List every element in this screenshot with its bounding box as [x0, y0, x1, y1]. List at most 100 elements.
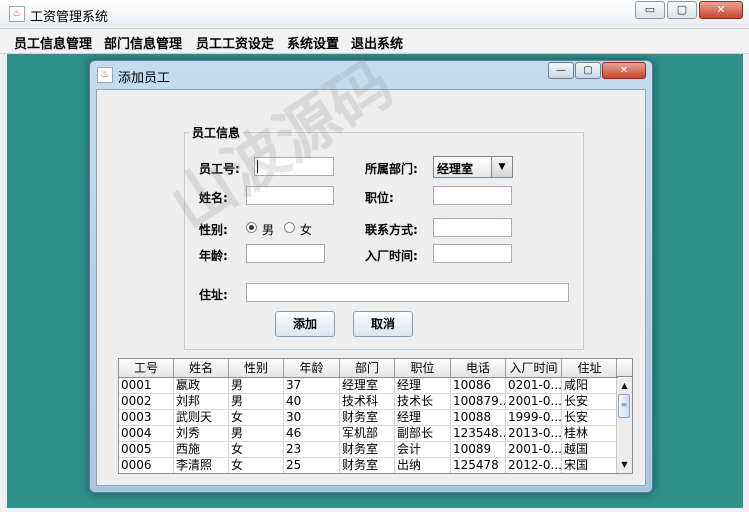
gender-label: 性别: [199, 223, 228, 237]
table-header-corner [616, 359, 632, 377]
menu-department-info[interactable]: 部门信息管理 [104, 33, 182, 52]
gender-female-radio[interactable] [284, 222, 295, 233]
chevron-down-icon[interactable]: ▼ [491, 157, 512, 177]
table-cell: 男 [229, 394, 284, 409]
column-header[interactable]: 姓名 [174, 359, 229, 377]
dialog-java-icon: ♨ [97, 67, 113, 83]
department-select[interactable]: 经理室 ▼ [433, 156, 513, 178]
table-cell: 女 [229, 442, 284, 457]
table-cell: 46 [284, 426, 340, 441]
address-label: 住址: [199, 288, 228, 302]
table-row[interactable]: 0002 刘邦男 40 技术科 技术长 100879... 2001-0... 长安 [119, 394, 618, 410]
table-cell: 100879... [453, 394, 506, 409]
add-employee-dialog: ♨ 添加员工 — ▢ ✕ 员工信息 员工号: 姓名: 性别: 男 女 年龄: 住… [89, 60, 653, 493]
employee-table: 工号 姓名 性别 年龄 部门 职位 电话 入厂时间 住址 0001 嬴政男 37 经理室 经理 10086… [118, 358, 633, 474]
table-cell: 财务室 [340, 410, 395, 425]
table-cell: 0006 [119, 458, 174, 473]
table-cell: 李清照 [174, 458, 229, 473]
table-cell: 2013-0... [508, 426, 562, 441]
close-button[interactable]: ✕ [699, 1, 743, 19]
table-row[interactable]: 0004 刘秀男 46 军机部 副部长 123548... 2013-0... 桂林 [119, 426, 618, 442]
table-cell: 女 [229, 458, 284, 473]
table-cell: 40 [284, 394, 340, 409]
table-cell: 23 [284, 442, 340, 457]
table-cell: 女 [229, 410, 284, 425]
cancel-button[interactable]: 取消 [353, 311, 413, 337]
table-cell: 2001-0... [508, 442, 562, 457]
add-button[interactable]: 添加 [275, 311, 335, 337]
scroll-thumb[interactable]: ≡ [618, 394, 630, 418]
table-cell: 10086 [451, 378, 506, 393]
dialog-content: 员工信息 员工号: 姓名: 性别: 男 女 年龄: 住址: 所属部门: 经理室 … [96, 89, 646, 486]
dialog-title: 添加员工 [118, 71, 171, 86]
text-caret [257, 160, 258, 173]
group-title: 员工信息 [189, 124, 244, 141]
java-app-icon: ♨ [9, 6, 25, 22]
table-cell: 0004 [119, 426, 174, 441]
dialog-minimize-button[interactable]: — [548, 62, 574, 79]
table-cell: 技术长 [395, 394, 451, 409]
maximize-button[interactable]: ▢ [667, 1, 697, 19]
table-cell: 男 [229, 378, 284, 393]
hire-date-input[interactable] [433, 244, 512, 263]
table-cell: 10088 [451, 410, 506, 425]
window-controls: ▭ ▢ ✕ [635, 1, 743, 19]
table-row[interactable]: 0006 李清照女 25 财务室 出纳 125478 2012-0... 宋国 [119, 458, 618, 473]
minimize-button[interactable]: ▭ [635, 1, 665, 19]
column-header[interactable]: 住址 [562, 359, 618, 377]
column-header[interactable]: 电话 [451, 359, 506, 377]
position-input[interactable] [433, 186, 512, 205]
emp-id-input[interactable] [254, 157, 334, 176]
table-cell: 0003 [119, 410, 174, 425]
menu-exit-system[interactable]: 退出系统 [351, 33, 403, 52]
table-cell: 男 [229, 426, 284, 441]
table-cell: 1999-0... [508, 410, 562, 425]
table-cell: 123548... [453, 426, 506, 441]
table-cell: 0005 [119, 442, 174, 457]
table-cell: 0201-0... [508, 378, 562, 393]
table-cell: 2001-0... [508, 394, 562, 409]
table-cell: 武则天 [174, 410, 229, 425]
table-cell: 刘邦 [174, 394, 229, 409]
menu-salary-settings[interactable]: 员工工资设定 [196, 33, 274, 52]
column-header[interactable]: 工号 [119, 359, 174, 377]
age-input[interactable] [246, 244, 325, 263]
column-header[interactable]: 年龄 [284, 359, 340, 377]
dialog-maximize-button[interactable]: ▢ [575, 62, 601, 79]
table-cell: 经理 [395, 410, 451, 425]
name-input[interactable] [246, 186, 334, 205]
contact-input[interactable] [433, 218, 512, 237]
table-cell: 财务室 [340, 442, 395, 457]
table-cell: 宋国 [562, 458, 618, 473]
menu-system-settings[interactable]: 系统设置 [287, 33, 339, 52]
table-row[interactable]: 0001 嬴政男 37 经理室 经理 10086 0201-0... 咸阳 [119, 378, 618, 394]
table-cell: 财务室 [340, 458, 395, 473]
dialog-controls: — ▢ ✕ [548, 62, 646, 79]
app-title: 工资管理系统 [30, 10, 109, 25]
column-header[interactable]: 职位 [395, 359, 451, 377]
menu-bar: 员工信息管理 部门信息管理 员工工资设定 系统设置 退出系统 [0, 29, 749, 54]
table-cell: 越国 [562, 442, 618, 457]
table-cell: 技术科 [340, 394, 395, 409]
table-cell: 长安 [562, 410, 618, 425]
table-cell: 经理室 [340, 378, 395, 393]
scroll-down-icon[interactable]: ▼ [618, 458, 631, 472]
address-input[interactable] [246, 283, 569, 302]
menu-employee-info[interactable]: 员工信息管理 [14, 33, 92, 52]
name-label: 姓名: [199, 191, 228, 205]
table-cell: 25 [284, 458, 340, 473]
column-header[interactable]: 入厂时间 [506, 359, 562, 377]
table-row[interactable]: 0003 武则天女 30 财务室 经理 10088 1999-0... 长安 [119, 410, 618, 426]
gender-male-radio[interactable] [246, 222, 257, 233]
table-cell: 军机部 [340, 426, 395, 441]
scroll-up-icon[interactable]: ▲ [618, 379, 631, 393]
dialog-close-button[interactable]: ✕ [602, 62, 646, 79]
vertical-scrollbar[interactable]: ▲ ≡ ▼ [616, 378, 632, 473]
table-cell: 125478 [451, 458, 506, 473]
column-header[interactable]: 性别 [229, 359, 284, 377]
age-label: 年龄: [199, 249, 228, 263]
table-cell: 经理 [395, 378, 451, 393]
table-row[interactable]: 0005 西施女 23 财务室 会计 10089 2001-0... 越国 [119, 442, 618, 458]
column-header[interactable]: 部门 [340, 359, 395, 377]
gender-female-label: 女 [300, 223, 313, 237]
